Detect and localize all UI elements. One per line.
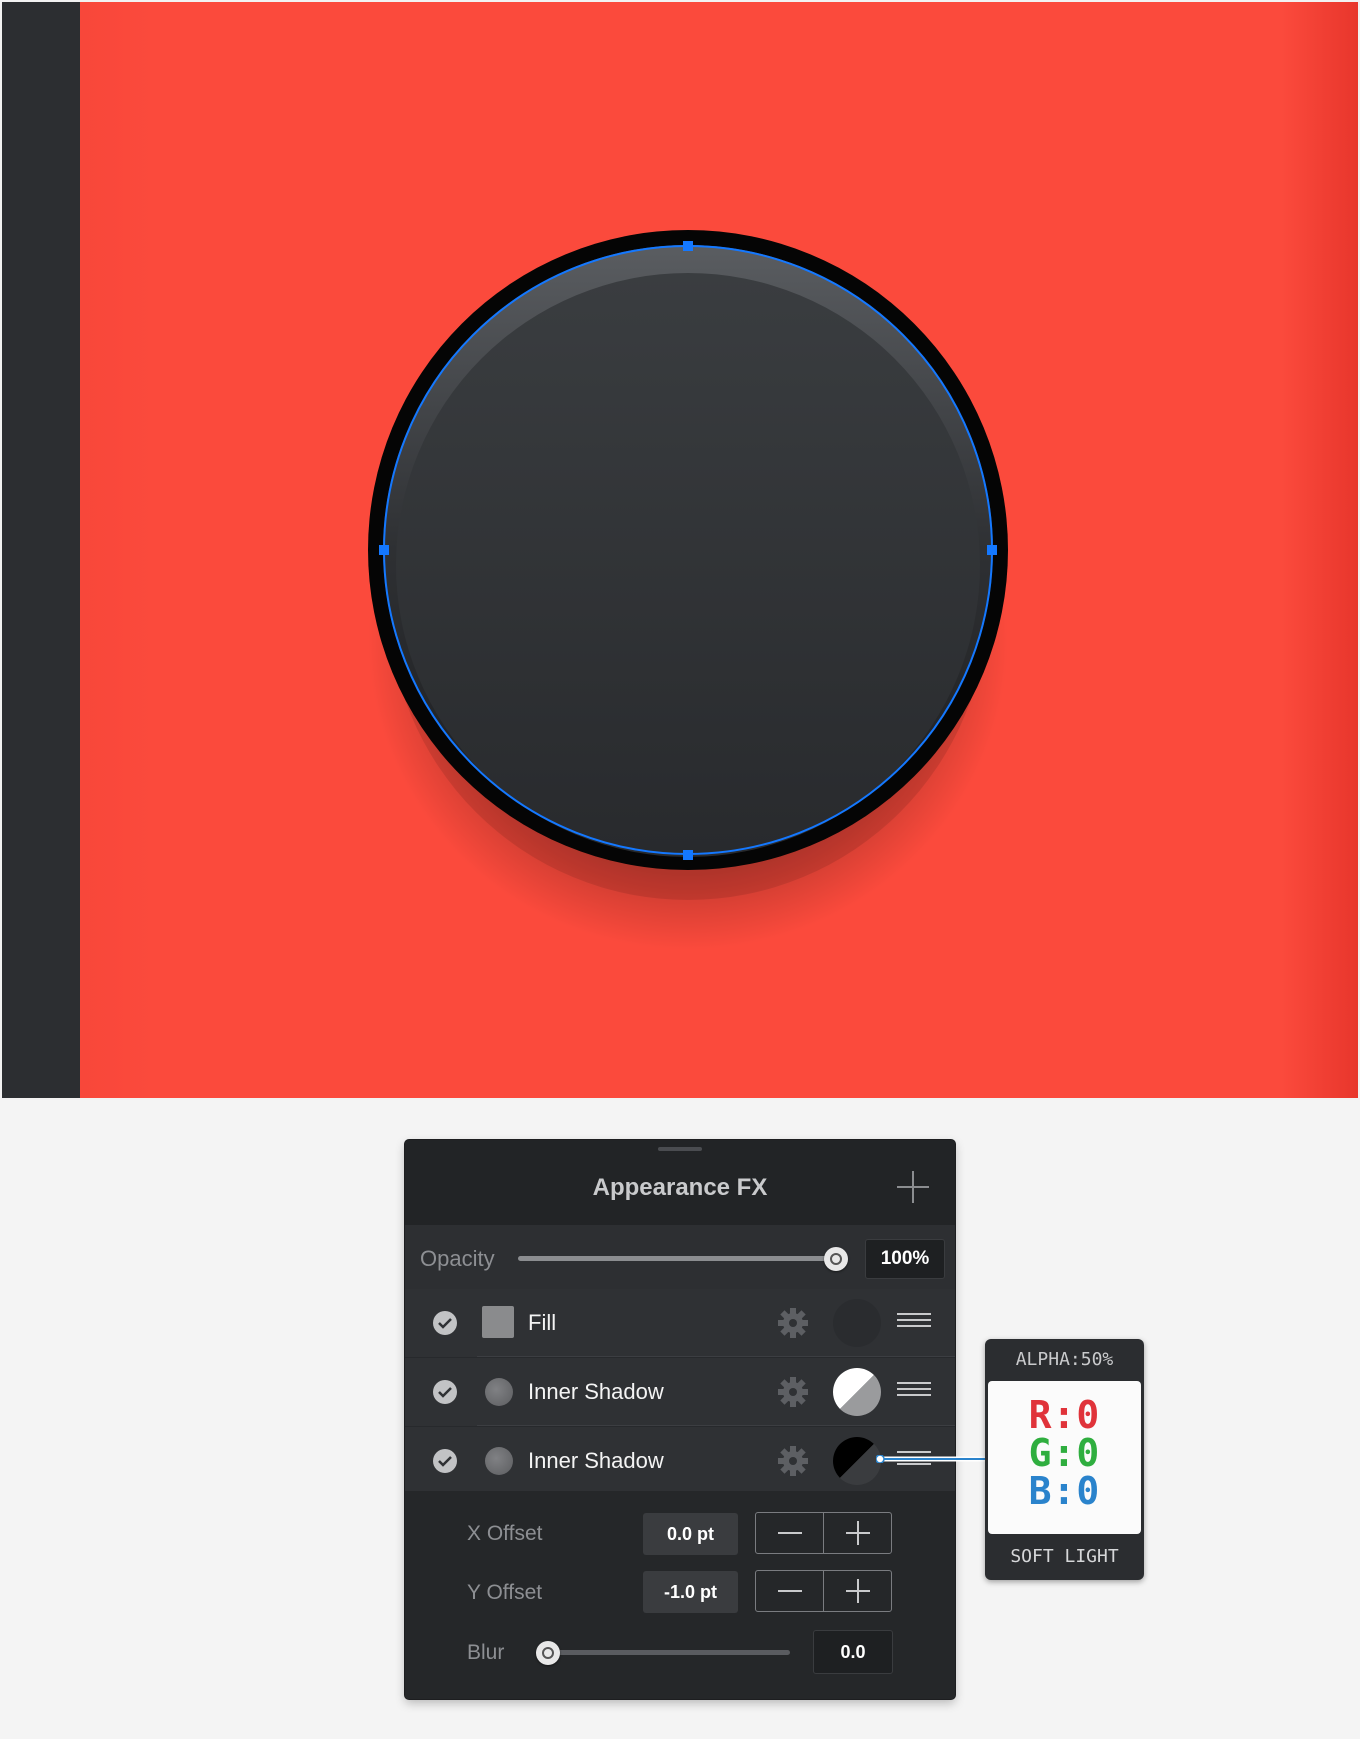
selection-handle-top[interactable] [683,241,693,251]
plus-icon[interactable] [824,1571,892,1611]
gear-icon[interactable] [777,1445,809,1477]
selection-handle-left[interactable] [379,545,389,555]
check-icon[interactable] [433,1380,457,1404]
hamburger-icon[interactable] [897,1382,931,1402]
opacity-label: Opacity [420,1246,495,1271]
y-offset-field[interactable]: -1.0 pt [643,1571,738,1613]
rgb-card: R:0 G:0 B:0 [988,1381,1141,1534]
hamburger-icon[interactable] [897,1313,931,1333]
layer-label: Inner Shadow [528,1379,664,1404]
inner-shadow-swatch [485,1378,513,1406]
layer-row-fill[interactable]: Fill [405,1289,955,1357]
layer-label: Inner Shadow [528,1448,664,1473]
blur-slider[interactable] [548,1650,790,1655]
y-offset-stepper [755,1570,892,1612]
knob-face [396,273,980,857]
blend-mode-label: SOFT LIGHT [1010,1546,1119,1567]
alpha-label: ALPHA:50% [1015,1349,1114,1370]
minus-icon[interactable] [756,1571,824,1611]
opacity-slider[interactable] [518,1256,836,1261]
inner-shadow-preview-black[interactable] [833,1437,881,1485]
blur-value-field[interactable]: 0.0 [813,1630,893,1674]
panel-title: Appearance FX [592,1174,768,1201]
blur-label: Blur [467,1641,505,1664]
color-callout: ALPHA:50% R:0 G:0 B:0 SOFT LIGHT [985,1339,1144,1580]
blue-value: B:0 [1028,1469,1101,1513]
plus-icon[interactable] [824,1513,892,1553]
x-offset-field[interactable]: 0.0 pt [643,1513,738,1555]
inner-shadow-swatch [485,1447,513,1475]
minus-icon[interactable] [756,1513,824,1553]
check-icon[interactable] [433,1449,457,1473]
inner-shadow-preview-white[interactable] [833,1368,881,1416]
appearance-panel: Appearance FX Opacity 100% Fill Inner Sh… [405,1140,955,1699]
y-offset-label: Y Offset [467,1581,543,1604]
canvas-area [0,0,1360,1100]
gear-icon[interactable] [777,1376,809,1408]
opacity-value-field[interactable]: 100% [865,1239,945,1279]
selection-handle-right[interactable] [987,545,997,555]
x-offset-stepper [755,1512,892,1554]
check-icon[interactable] [433,1311,457,1335]
opacity-row: Opacity 100% [405,1225,955,1289]
selection-handle-bottom[interactable] [683,850,693,860]
blur-slider-thumb[interactable] [536,1641,560,1665]
knob-illustration [368,230,1008,950]
shadow-parameters: X Offset 0.0 pt Y Offset -1.0 pt Blur 0.… [405,1491,955,1699]
fill-preview[interactable] [833,1299,881,1347]
panel-header: Appearance FX [405,1140,955,1225]
gear-icon[interactable] [777,1307,809,1339]
callout-connector [876,1455,986,1463]
opacity-slider-thumb[interactable] [824,1247,848,1271]
layer-row-inner-shadow-2[interactable]: Inner Shadow [405,1427,955,1495]
fill-swatch [482,1306,514,1338]
layer-row-inner-shadow-1[interactable]: Inner Shadow [405,1358,955,1426]
x-offset-label: X Offset [467,1522,543,1545]
layer-label: Fill [528,1310,557,1335]
plus-icon[interactable] [896,1170,930,1204]
drag-handle[interactable] [658,1147,702,1151]
